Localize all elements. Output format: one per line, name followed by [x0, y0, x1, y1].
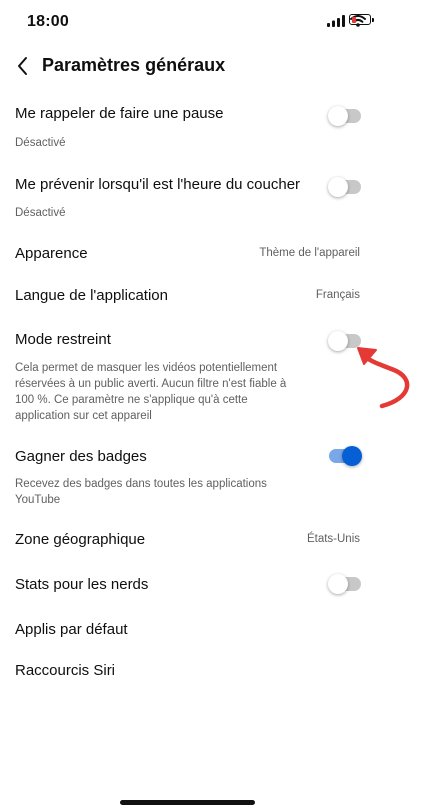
setting-value: Français [315, 289, 360, 301]
status-bar: 18:00 [0, 0, 426, 44]
setting-label: Applis par défaut [15, 621, 128, 638]
setting-bedtime-reminder[interactable]: Me prévenir lorsqu'il est l'heure du cou… [0, 165, 426, 227]
setting-label: Mode restreint [15, 331, 111, 348]
setting-label: Stats pour les nerds [15, 576, 149, 593]
setting-siri-shortcuts[interactable]: Raccourcis Siri [0, 652, 426, 690]
setting-label: Zone géographique [15, 531, 146, 548]
setting-label: Langue de l'application [15, 287, 168, 304]
setting-appearance[interactable]: Apparence Thème de l'appareil [0, 235, 426, 273]
setting-default-apps[interactable]: Applis par défaut [0, 611, 426, 649]
battery-icon [349, 14, 374, 25]
signal-icon [327, 15, 345, 27]
setting-stats-for-nerds[interactable]: Stats pour les nerds [0, 566, 426, 604]
chevron-left-icon [18, 57, 27, 75]
setting-status: Désactivé [15, 137, 66, 149]
stats-for-nerds-toggle[interactable] [328, 574, 361, 594]
setting-label: Gagner des badges [15, 448, 147, 465]
home-indicator[interactable] [120, 800, 255, 805]
setting-app-language[interactable]: Langue de l'application Français [0, 277, 426, 315]
setting-value: États-Unis [306, 533, 360, 545]
page-title: Paramètres généraux [42, 55, 226, 75]
status-time: 18:00 [27, 13, 69, 30]
setting-label: Me rappeler de faire une pause [15, 105, 224, 122]
setting-description: Recevez des badges dans toutes les appli… [15, 478, 267, 506]
setting-label: Raccourcis Siri [15, 662, 116, 679]
pause-reminder-toggle[interactable] [328, 106, 361, 126]
header: Paramètres généraux [0, 44, 426, 88]
setting-pause-reminder[interactable]: Me rappeler de faire une pause Désactivé [0, 95, 426, 157]
setting-location[interactable]: Zone géographique États-Unis [0, 521, 426, 559]
setting-label: Me prévenir lorsqu'il est l'heure du cou… [15, 176, 301, 193]
setting-value: Thème de l'appareil [259, 247, 360, 259]
bedtime-reminder-toggle[interactable] [328, 177, 361, 197]
back-button[interactable] [10, 52, 38, 80]
annotation-arrow-icon [357, 347, 410, 409]
setting-description: Cela permet de masquer les vidéos potent… [15, 362, 287, 422]
setting-status: Désactivé [15, 207, 66, 219]
setting-label: Apparence [15, 245, 88, 262]
setting-earn-badges[interactable]: Gagner des badges Recevez des badges dan… [0, 438, 426, 512]
earn-badges-toggle[interactable] [329, 446, 362, 466]
